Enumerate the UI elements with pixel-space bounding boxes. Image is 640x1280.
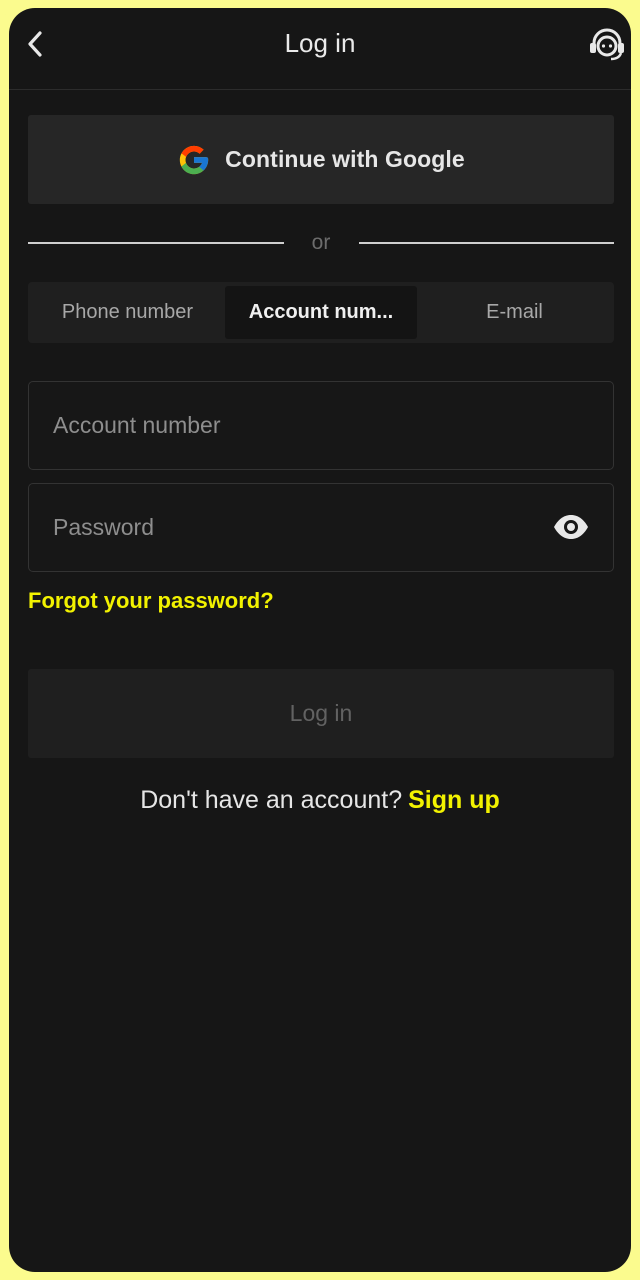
tab-account-number[interactable]: Account num... xyxy=(225,286,417,339)
tab-phone-number[interactable]: Phone number xyxy=(32,286,223,339)
app-screen: Log in Continue with Google or Phone num… xyxy=(9,8,631,1272)
google-g-icon xyxy=(180,145,209,174)
support-button[interactable] xyxy=(587,26,627,64)
headset-support-icon xyxy=(590,28,624,61)
divider-line-left xyxy=(28,242,284,244)
signup-link[interactable]: Sign up xyxy=(408,786,500,814)
device-frame: Log in Continue with Google or Phone num… xyxy=(0,0,640,1280)
account-number-input[interactable] xyxy=(53,382,533,468)
password-field[interactable] xyxy=(28,483,614,572)
login-method-tabs: Phone number Account num... E-mail xyxy=(28,282,614,343)
eye-icon xyxy=(554,515,588,539)
password-input[interactable] xyxy=(53,484,533,570)
divider-line-right xyxy=(359,242,614,244)
tab-email[interactable]: E-mail xyxy=(419,286,610,339)
signup-row: Don't have an account? Sign up xyxy=(9,784,631,816)
login-button[interactable]: Log in xyxy=(28,669,614,758)
continue-with-google-label: Continue with Google xyxy=(225,146,465,172)
signup-prompt: Don't have an account? xyxy=(140,786,403,814)
divider-or: or xyxy=(311,231,331,254)
page-title: Log in xyxy=(284,28,356,58)
account-number-field[interactable] xyxy=(28,381,614,470)
continue-with-google-button[interactable]: Continue with Google xyxy=(28,115,614,204)
show-password-button[interactable] xyxy=(551,511,591,543)
forgot-password-link[interactable]: Forgot your password? xyxy=(28,587,274,615)
top-bar: Log in xyxy=(9,8,631,90)
